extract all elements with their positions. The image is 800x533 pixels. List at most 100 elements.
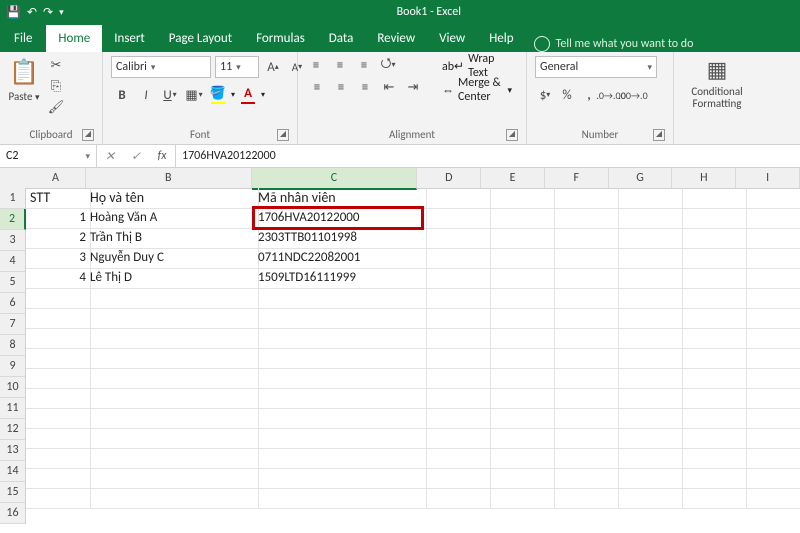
cell[interactable] — [254, 328, 427, 349]
cell[interactable] — [678, 228, 747, 249]
cell[interactable] — [86, 428, 259, 449]
cell[interactable]: 1 — [26, 208, 91, 229]
cell[interactable] — [486, 448, 555, 469]
column-header[interactable]: I — [736, 168, 800, 189]
cell[interactable] — [422, 408, 491, 429]
merge-center-button[interactable]: ⇔ Merge & Center ▾ — [436, 80, 518, 100]
tab-file[interactable]: File — [0, 25, 46, 52]
alignment-dialog-launcher-icon[interactable]: ◢ — [506, 129, 518, 141]
column-header[interactable]: D — [417, 168, 481, 189]
copy-icon[interactable]: ⎘ — [46, 77, 66, 95]
align-bottom-icon[interactable]: ≡ — [354, 56, 374, 74]
font-color-dropdown-icon[interactable]: ▾ — [261, 90, 265, 100]
tab-view[interactable]: View — [427, 25, 477, 52]
cell[interactable] — [678, 188, 747, 209]
cell[interactable] — [742, 448, 800, 469]
tab-page-layout[interactable]: Page Layout — [157, 25, 244, 52]
cell[interactable] — [678, 468, 747, 489]
cell[interactable] — [26, 368, 91, 389]
insert-function-icon[interactable]: fx — [149, 149, 175, 163]
cell[interactable]: Nguyễn Duy C — [86, 248, 259, 269]
orientation-icon[interactable]: ⭯▾ — [378, 56, 398, 74]
enter-formula-icon[interactable]: ✓ — [123, 149, 149, 164]
cell[interactable] — [422, 348, 491, 369]
cell[interactable] — [550, 288, 619, 309]
column-header[interactable]: C — [252, 168, 418, 190]
font-name-combo[interactable]: Calibri▾ — [111, 56, 211, 78]
cell[interactable] — [614, 268, 683, 289]
cell[interactable] — [254, 468, 427, 489]
tab-home[interactable]: Home — [46, 25, 102, 52]
row-header[interactable]: 2 — [0, 209, 26, 230]
cell[interactable] — [742, 368, 800, 389]
tab-help[interactable]: Help — [477, 25, 525, 52]
cell[interactable] — [614, 448, 683, 469]
row-header[interactable]: 8 — [0, 335, 26, 356]
cell[interactable] — [550, 448, 619, 469]
column-header[interactable]: E — [481, 168, 545, 189]
cell[interactable] — [254, 288, 427, 309]
font-size-combo[interactable]: 11▾ — [215, 56, 259, 78]
cell[interactable] — [86, 408, 259, 429]
worksheet-grid[interactable]: ABCDEFGHI 12345678910111213141516 STTHọ … — [0, 168, 800, 533]
cell[interactable] — [26, 468, 91, 489]
row-header[interactable]: 5 — [0, 272, 26, 293]
cell[interactable] — [742, 328, 800, 349]
cut-icon[interactable]: ✂ — [46, 56, 66, 74]
cell[interactable] — [86, 488, 259, 509]
row-header[interactable]: 9 — [0, 356, 26, 377]
cell[interactable] — [550, 408, 619, 429]
cell[interactable] — [742, 408, 800, 429]
cell[interactable] — [86, 448, 259, 469]
row-header[interactable]: 13 — [0, 440, 26, 461]
cell[interactable] — [254, 308, 427, 329]
cell[interactable] — [678, 348, 747, 369]
cell[interactable]: Hoàng Văn A — [86, 208, 259, 229]
cell[interactable] — [26, 348, 91, 369]
cell[interactable] — [422, 328, 491, 349]
cell[interactable] — [26, 308, 91, 329]
cell[interactable] — [254, 428, 427, 449]
cell[interactable] — [614, 388, 683, 409]
percent-format-icon[interactable]: % — [557, 86, 577, 104]
row-header[interactable]: 6 — [0, 293, 26, 314]
cell[interactable] — [422, 228, 491, 249]
cell[interactable]: 4 — [26, 268, 91, 289]
paste-button[interactable]: 📋 Paste ▾ — [8, 56, 40, 103]
tell-me[interactable]: Tell me what you want to do — [534, 36, 694, 52]
column-header[interactable]: F — [545, 168, 609, 189]
cell[interactable]: 2303TTB01101998 — [254, 228, 427, 249]
cell[interactable] — [422, 208, 491, 229]
redo-icon[interactable]: ↷ — [43, 4, 53, 20]
font-color-icon[interactable]: A — [237, 86, 259, 104]
cell[interactable] — [486, 268, 555, 289]
cell[interactable] — [486, 308, 555, 329]
cell[interactable] — [550, 208, 619, 229]
number-format-combo[interactable]: General ▾ — [535, 56, 657, 78]
qat-dropdown-icon[interactable]: ▾ — [59, 4, 64, 20]
cell[interactable]: Lê Thị D — [86, 268, 259, 289]
cell[interactable] — [550, 488, 619, 509]
cell[interactable] — [486, 368, 555, 389]
cell[interactable] — [550, 308, 619, 329]
cell[interactable] — [486, 288, 555, 309]
cell[interactable] — [678, 268, 747, 289]
cell[interactable] — [550, 368, 619, 389]
italic-icon[interactable]: I — [135, 86, 157, 104]
cell[interactable] — [26, 448, 91, 469]
cell[interactable] — [614, 468, 683, 489]
cell[interactable] — [86, 468, 259, 489]
cell[interactable] — [486, 348, 555, 369]
cell[interactable] — [26, 288, 91, 309]
row-header[interactable]: 4 — [0, 251, 26, 272]
cell[interactable] — [742, 468, 800, 489]
fill-color-icon[interactable]: 🪣 — [207, 86, 229, 104]
save-icon[interactable]: 💾 — [6, 4, 21, 20]
cell[interactable] — [422, 488, 491, 509]
decrease-decimal-icon[interactable]: .00→.0 — [623, 86, 643, 104]
align-middle-icon[interactable]: ≡ — [330, 56, 350, 74]
cell[interactable] — [86, 308, 259, 329]
cell[interactable] — [422, 268, 491, 289]
cell[interactable] — [422, 448, 491, 469]
cell[interactable]: STT — [26, 188, 91, 209]
